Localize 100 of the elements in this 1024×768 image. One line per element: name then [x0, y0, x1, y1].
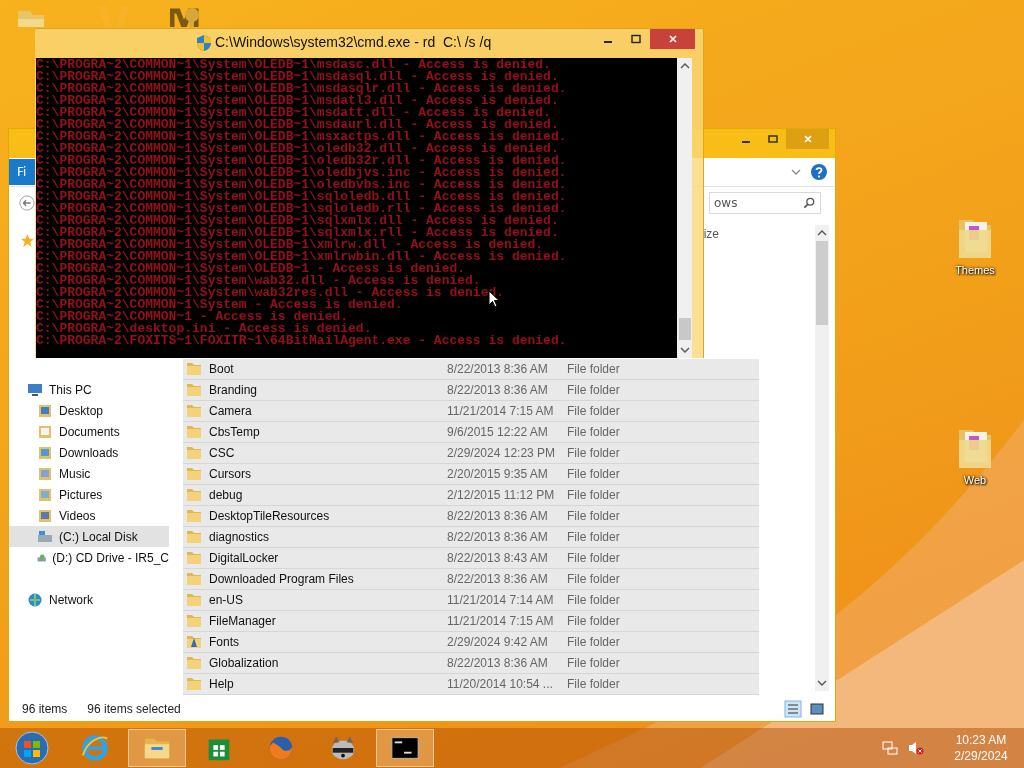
date-cell-text: 2/20/2015 9:35 AM	[447, 467, 549, 481]
nav-item[interactable]: Downloads	[9, 442, 169, 463]
nav-item[interactable]: Videos	[9, 505, 169, 526]
file-name: DesktopTileResources	[209, 509, 331, 523]
column-header[interactable]: ize	[703, 227, 719, 241]
star-icon[interactable]	[21, 234, 34, 247]
type-cell: File folder	[567, 551, 620, 565]
console-line: C:\PROGRA~2\COMMON~1\System\OLEDB~1 - Access is denied.	[36, 263, 466, 275]
console-line: C:\PROGRA~2\FOXITS~1\FOXITR~1\64BitMailAgent.exe - Access is denied.	[36, 335, 568, 347]
shield-icon	[196, 34, 212, 52]
file-name: diagnostics	[209, 530, 271, 544]
folder-icon	[186, 677, 202, 691]
file-name: Help	[209, 677, 235, 691]
back-icon[interactable]	[19, 195, 35, 211]
search-icon[interactable]	[803, 197, 815, 209]
type-cell: File folder	[567, 572, 620, 586]
nav-icon	[37, 402, 53, 419]
console-line: C:\PROGRA~2\COMMON~1\System\OLEDB~1\oledbjvs.inc - Access is denied.	[36, 167, 568, 179]
type-cell: File folder	[567, 362, 620, 376]
folder-icon	[186, 404, 202, 418]
console-line: C:\PROGRA~2\COMMON~1\System\OLEDB~1\oledb32r.dll - Access is denied.	[36, 155, 568, 167]
nav-icon	[37, 507, 53, 524]
nav-item[interactable]: Pictures	[9, 484, 169, 505]
start-button[interactable]	[14, 730, 50, 766]
file-row[interactable]: CbsTemp 9/6/2015 12:22 AM File folder	[183, 422, 759, 443]
console-line: C:\PROGRA~2\COMMON~1\System\OLEDB~1\sqlxmlx.rll - Access is denied.	[36, 227, 560, 239]
file-row[interactable]: debug 2/12/2015 11:12 PM File folder	[183, 485, 759, 506]
console-line: C:\PROGRA~2\COMMON~1\System\OLEDB~1\sqlxmlx.dll - Access is denied.	[36, 215, 560, 227]
nav-icon	[37, 528, 53, 545]
folder-icon	[186, 509, 202, 523]
details-view-icon[interactable]	[783, 700, 803, 718]
date-cell-text: 8/22/2013 8:36 AM	[447, 656, 549, 670]
folder-icon	[186, 446, 202, 460]
type-cell: File folder	[567, 593, 620, 607]
file-row[interactable]: Camera 11/21/2014 7:15 AM File folder	[183, 401, 759, 422]
file-row[interactable]: en-US 11/21/2014 7:14 AM File folder	[183, 590, 759, 611]
nav-item[interactable]: (D:) CD Drive - IR5_C	[9, 547, 169, 568]
nav-item[interactable]: This PC	[9, 379, 169, 400]
console-line: C:\PROGRA~2\COMMON~1\System\OLEDB~1\msxactps.dll - Access is denied.	[36, 131, 568, 143]
network-icon[interactable]	[882, 740, 898, 756]
search-field[interactable]: ows	[709, 192, 821, 214]
console-line: C:\PROGRA~2\COMMON~1\System\OLEDB~1\xmlrwbin.dll - Access is denied.	[36, 251, 568, 263]
date-cell-text: 8/22/2013 8:36 AM	[447, 362, 549, 376]
file-name: Globalization	[209, 656, 280, 670]
muted-speaker-icon[interactable]	[908, 740, 924, 756]
scroll-down-icon[interactable]	[679, 347, 690, 353]
file-row[interactable]: Boot 8/22/2013 8:36 AM File folder	[183, 359, 759, 380]
file-row[interactable]: CSC 2/29/2024 12:23 PM File folder	[183, 443, 759, 464]
nav-item[interactable]: Network	[9, 589, 169, 610]
file-row[interactable]: DesktopTileResources 8/22/2013 8:36 AM File folder	[183, 506, 759, 527]
help-icon[interactable]	[811, 164, 827, 180]
scroll-thumb[interactable]	[678, 318, 691, 340]
console-line: C:\PROGRA~2\COMMON~1\System - Access is denied.	[36, 299, 404, 311]
date-cell-text: 8/22/2013 8:36 AM	[447, 530, 549, 544]
file-row[interactable]: Downloaded Program Files 8/22/2013 8:36 AM File folder	[183, 569, 759, 590]
file-row[interactable]: Branding 8/22/2013 8:36 AM File folder	[183, 380, 759, 401]
folder-icon	[186, 383, 202, 397]
file-row[interactable]: Help 11/20/2014 10:54 ... File folder	[183, 674, 759, 695]
file-name: FileManager	[209, 614, 277, 628]
date-cell-text: 11/21/2014 7:15 AM	[447, 404, 555, 418]
nav-icon	[27, 381, 43, 398]
type-cell: File folder	[567, 635, 620, 649]
file-name: DigitalLocker	[209, 551, 280, 565]
file-row[interactable]: diagnostics 8/22/2013 8:36 AM File folder	[183, 527, 759, 548]
nav-icon	[37, 486, 53, 503]
file-name: debug	[209, 488, 244, 502]
item-count: 96 items	[22, 702, 68, 716]
scroll-up-icon[interactable]	[679, 63, 690, 69]
type-cell: File folder	[567, 614, 620, 628]
nav-item[interactable]: Music	[9, 463, 169, 484]
file-row[interactable]: Cursors 2/20/2015 9:35 AM File folder	[183, 464, 759, 485]
file-tab[interactable]: Fi	[9, 159, 35, 185]
scroll-down-icon[interactable]	[817, 680, 827, 686]
date-cell-text: 2/29/2024 12:23 PM	[447, 446, 557, 460]
scrollbar[interactable]	[677, 58, 692, 358]
nav-item[interactable]: Desktop	[9, 400, 169, 421]
nav-item[interactable]: Documents	[9, 421, 169, 442]
type-cell: File folder	[567, 425, 620, 439]
app-icon	[80, 733, 110, 763]
file-row[interactable]: FileManager 11/21/2014 7:15 AM File folder	[183, 611, 759, 632]
date-cell-text: 8/22/2013 8:36 AM	[447, 383, 549, 397]
file-name: Fonts	[209, 635, 240, 649]
folder-icon	[186, 425, 202, 439]
date-cell-text: 8/22/2013 8:43 AM	[447, 551, 549, 565]
type-cell: File folder	[567, 509, 620, 523]
date-cell-text: 8/22/2013 8:36 AM	[447, 509, 549, 523]
file-row[interactable]: Fonts 2/29/2024 9:42 AM File folder	[183, 632, 759, 653]
file-row[interactable]: Globalization 8/22/2013 8:36 AM File folder	[183, 653, 759, 674]
scroll-up-icon[interactable]	[817, 230, 827, 236]
date-cell-text: 9/6/2015 12:22 AM	[447, 425, 549, 439]
chevron-icon[interactable]	[791, 169, 801, 175]
scroll-thumb[interactable]	[816, 241, 828, 325]
folder-icon	[186, 467, 202, 481]
nav-item[interactable]: (C:) Local Disk	[9, 526, 169, 547]
scrollbar[interactable]	[815, 225, 829, 691]
taskbar-button[interactable]	[376, 729, 434, 767]
selection-count: 96 items selected	[87, 702, 181, 716]
thumbnail-view-icon[interactable]	[807, 700, 827, 718]
file-row[interactable]: DigitalLocker 8/22/2013 8:43 AM File folder	[183, 548, 759, 569]
close-icon	[667, 34, 678, 44]
